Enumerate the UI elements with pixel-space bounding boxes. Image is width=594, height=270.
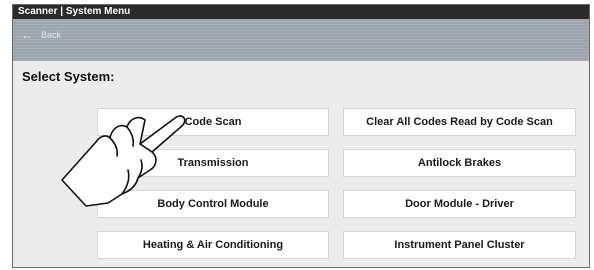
window-title: Scanner | System Menu [13,5,589,19]
transmission-button[interactable]: Transmission [97,149,329,177]
back-button[interactable]: ← Back [21,29,61,41]
page-title: Select System: [22,69,115,84]
back-label: Back [41,30,62,40]
scanner-screen: Scanner | System Menu ← Back Select Syst… [12,4,590,268]
clear-all-codes-button[interactable]: Clear All Codes Read by Code Scan [343,108,576,136]
antilock-brakes-button[interactable]: Antilock Brakes [343,149,576,177]
nav-bar: ← Back [13,19,589,61]
code-scan-button[interactable]: Code Scan [97,108,329,136]
heating-air-conditioning-button[interactable]: Heating & Air Conditioning [97,231,329,259]
left-arrow-icon: ← [21,28,33,42]
door-module-driver-button[interactable]: Door Module - Driver [343,190,576,218]
body-control-module-button[interactable]: Body Control Module [97,190,329,218]
instrument-panel-cluster-button[interactable]: Instrument Panel Cluster [343,231,576,259]
